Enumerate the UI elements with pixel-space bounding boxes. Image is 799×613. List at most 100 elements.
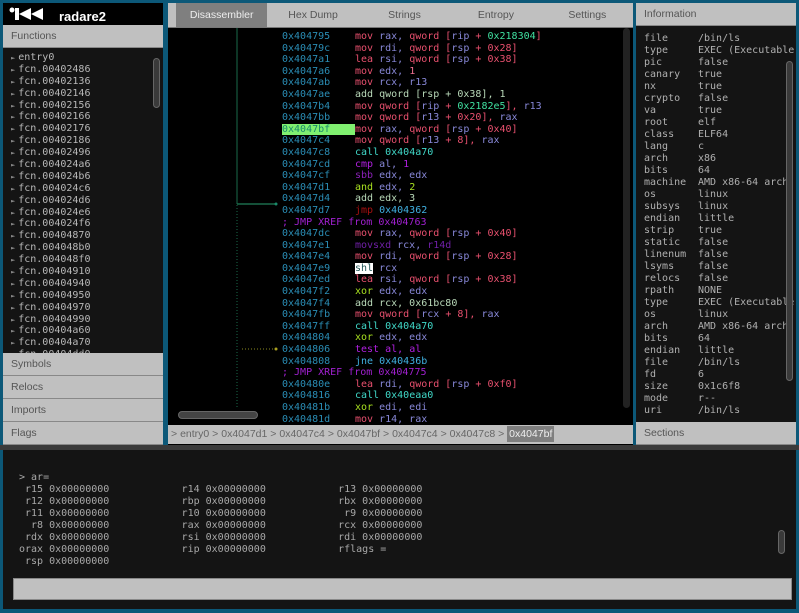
instruction-address[interactable]: 0x4047e4 bbox=[282, 251, 355, 263]
disasm-line[interactable]: 0x4047bf mov rax, qword [rsp + 0x40] bbox=[168, 123, 633, 136]
instruction-address[interactable]: 0x40480e bbox=[282, 379, 355, 391]
sidebar-section-flags[interactable]: Flags bbox=[3, 422, 163, 445]
instruction-address[interactable]: 0x4047d7 bbox=[282, 205, 355, 217]
function-item[interactable]: ► fcn.00402186 bbox=[3, 135, 163, 147]
disasm-line[interactable]: 0x4047a6 mov edx, 1 bbox=[168, 66, 633, 78]
instruction-address[interactable]: 0x4047a1 bbox=[282, 54, 355, 66]
disasm-line[interactable]: ; JMP XREF from 0x404775 bbox=[168, 367, 633, 379]
instruction-address[interactable]: 0x4047f4 bbox=[282, 298, 355, 310]
instruction-address[interactable]: 0x4047cf bbox=[282, 170, 355, 182]
function-item[interactable]: ► fcn.00404a60 bbox=[3, 325, 163, 337]
breadcrumb-current[interactable]: 0x4047bf bbox=[507, 426, 555, 442]
disasm-line[interactable]: 0x4047cd cmp al, 1 bbox=[168, 159, 633, 171]
function-item[interactable]: ► fcn.00404870 bbox=[3, 230, 163, 242]
disassembly-vscroll[interactable] bbox=[623, 28, 630, 408]
instruction-address[interactable]: 0x4047fb bbox=[282, 309, 355, 321]
instruction-address[interactable]: 0x4047f2 bbox=[282, 286, 355, 298]
function-item[interactable]: ► fcn.00404940 bbox=[3, 278, 163, 290]
disasm-line[interactable]: 0x404804 xor edx, edx bbox=[168, 332, 633, 344]
disasm-line[interactable]: 0x4047cf sbb edx, edx bbox=[168, 170, 633, 182]
tab-strings[interactable]: Strings bbox=[359, 3, 450, 27]
disasm-line[interactable]: 0x4047d1 and edx, 2 bbox=[168, 182, 633, 194]
tab-disassembler[interactable]: Disassembler bbox=[176, 3, 268, 27]
function-item[interactable]: ► fcn.00402486 bbox=[3, 64, 163, 76]
disasm-line[interactable]: 0x4047b4 mov qword [rip + 0x2182e5], r13 bbox=[168, 101, 633, 113]
disasm-line[interactable]: 0x4047bb mov qword [r13 + 0x20], rax bbox=[168, 112, 633, 124]
instruction-address[interactable]: 0x4047dc bbox=[282, 228, 355, 240]
instruction-address[interactable]: 0x4047c4 bbox=[282, 135, 355, 147]
instruction-address[interactable]: 0x4047c8 bbox=[282, 147, 355, 159]
function-item[interactable]: ► fcn.00402146 bbox=[3, 88, 163, 100]
information-header[interactable]: Information bbox=[636, 3, 796, 26]
disasm-line[interactable]: 0x4047d7 jmp 0x404362 bbox=[168, 205, 633, 217]
disasm-line[interactable]: 0x4047fb mov qword [rcx + 8], rax bbox=[168, 309, 633, 321]
breadcrumb-item[interactable]: 0x4047c4 bbox=[392, 428, 438, 440]
function-item[interactable]: ► fcn.00404a70 bbox=[3, 337, 163, 349]
information-vscroll[interactable] bbox=[786, 61, 793, 381]
disasm-line[interactable]: ; JMP XREF from 0x404763 bbox=[168, 217, 633, 229]
disasm-line[interactable]: 0x40479c mov rdi, qword [rsp + 0x28] bbox=[168, 43, 633, 55]
sidebar-section-imports[interactable]: Imports bbox=[3, 399, 163, 422]
instruction-address[interactable]: 0x404808 bbox=[282, 356, 355, 368]
instruction-address[interactable]: 0x40479c bbox=[282, 43, 355, 55]
instruction-address[interactable]: 0x4047bf bbox=[282, 123, 355, 136]
instruction-address[interactable]: 0x404816 bbox=[282, 390, 355, 402]
function-item[interactable]: ► fcn.00404990 bbox=[3, 314, 163, 326]
function-item[interactable]: ► fcn.00402166 bbox=[3, 111, 163, 123]
functions-vscroll[interactable] bbox=[153, 58, 160, 108]
functions-header[interactable]: Functions bbox=[3, 25, 163, 48]
instruction-address[interactable]: 0x4047d1 bbox=[282, 182, 355, 194]
disasm-line[interactable]: 0x4047c8 call 0x404a70 bbox=[168, 147, 633, 159]
disassembly-hscroll[interactable] bbox=[178, 411, 258, 419]
instruction-address[interactable]: 0x4047ff bbox=[282, 321, 355, 333]
function-item[interactable]: ► fcn.004024b6 bbox=[3, 171, 163, 183]
instruction-address[interactable]: 0x404795 bbox=[282, 31, 355, 43]
disasm-line[interactable]: 0x4047e4 mov rdi, qword [rsp + 0x28] bbox=[168, 251, 633, 263]
tab-settings[interactable]: Settings bbox=[542, 3, 633, 27]
instruction-address[interactable]: 0x4047cd bbox=[282, 159, 355, 171]
function-item[interactable]: ► fcn.004024f6 bbox=[3, 218, 163, 230]
disasm-line[interactable]: 0x4047e1 movsxd rcx, r14d bbox=[168, 240, 633, 252]
console-vscroll[interactable] bbox=[778, 530, 785, 554]
instruction-address[interactable]: 0x4047d4 bbox=[282, 193, 355, 205]
instruction-address[interactable]: 0x404806 bbox=[282, 344, 355, 356]
tab-entropy[interactable]: Entropy bbox=[450, 3, 541, 27]
disasm-line[interactable]: 0x404816 call 0x40eaa0 bbox=[168, 390, 633, 402]
function-item[interactable]: ► fcn.00404950 bbox=[3, 290, 163, 302]
disasm-line[interactable]: 0x404808 jne 0x40436b bbox=[168, 356, 633, 368]
disasm-line[interactable]: 0x404795 mov rax, qword [rip + 0x218304] bbox=[168, 31, 633, 43]
instruction-address[interactable]: 0x4047a6 bbox=[282, 66, 355, 78]
instruction-address[interactable]: 0x40481d bbox=[282, 414, 355, 424]
breadcrumb-item[interactable]: 0x4047bf bbox=[337, 428, 380, 440]
sidebar-section-relocs[interactable]: Relocs bbox=[3, 376, 163, 399]
disasm-line[interactable]: 0x4047a1 lea rsi, qword [rsp + 0x38] bbox=[168, 54, 633, 66]
disasm-line[interactable]: 0x4047e9 shl rcx bbox=[168, 262, 633, 275]
function-item[interactable]: ► fcn.00402496 bbox=[3, 147, 163, 159]
disassembly-view[interactable]: 0x404795 mov rax, qword [rip + 0x218304] 0… bbox=[168, 28, 633, 424]
instruction-address[interactable]: 0x404804 bbox=[282, 332, 355, 344]
instruction-address[interactable]: 0x4047ae bbox=[282, 89, 355, 101]
function-item[interactable]: ► fcn.00404970 bbox=[3, 302, 163, 314]
breadcrumb-item[interactable]: 0x4047d1 bbox=[221, 428, 267, 440]
disasm-line[interactable]: 0x4047ab mov rcx, r13 bbox=[168, 77, 633, 89]
disasm-line[interactable]: 0x4047ff call 0x404a70 bbox=[168, 321, 633, 333]
disasm-line[interactable]: 0x4047dc mov rax, qword [rsp + 0x40] bbox=[168, 228, 633, 240]
sections-header[interactable]: Sections bbox=[636, 422, 796, 445]
function-item[interactable]: ► fcn.00402136 bbox=[3, 76, 163, 88]
sidebar-section-symbols[interactable]: Symbols bbox=[3, 353, 163, 376]
command-input[interactable] bbox=[13, 578, 792, 600]
tab-hex-dump[interactable]: Hex Dump bbox=[267, 3, 358, 27]
function-item[interactable]: ► fcn.004048b0 bbox=[3, 242, 163, 254]
instruction-address[interactable]: 0x4047ab bbox=[282, 77, 355, 89]
instruction-address[interactable]: 0x4047ed bbox=[282, 274, 355, 286]
function-item[interactable]: ► fcn.00402176 bbox=[3, 123, 163, 135]
disasm-line[interactable]: 0x4047d4 add edx, 3 bbox=[168, 193, 633, 205]
disasm-line[interactable]: 0x4047ae add qword [rsp + 0x38], 1 bbox=[168, 89, 633, 101]
function-item[interactable]: ► fcn.00402156 bbox=[3, 100, 163, 112]
function-item[interactable]: ► entry0 bbox=[3, 52, 163, 64]
breadcrumb-item[interactable]: 0x4047c8 bbox=[450, 428, 496, 440]
disasm-line[interactable]: 0x4047f4 add rcx, 0x61bc80 bbox=[168, 298, 633, 310]
instruction-address[interactable]: 0x4047e1 bbox=[282, 240, 355, 252]
function-item[interactable]: ► fcn.004024d6 bbox=[3, 195, 163, 207]
disasm-line[interactable]: 0x4047ed lea rsi, qword [rsp + 0x38] bbox=[168, 274, 633, 286]
